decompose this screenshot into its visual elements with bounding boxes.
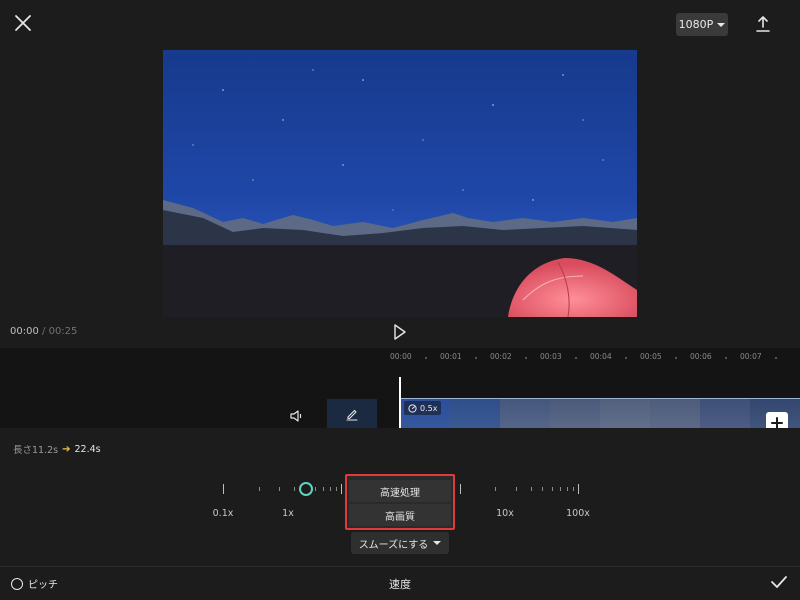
speed-label-10x: 10x bbox=[496, 508, 514, 519]
clip-thumbnail bbox=[650, 399, 700, 428]
ruler-label: 00:07 bbox=[740, 352, 762, 361]
arrow-right-icon: ➔ bbox=[62, 443, 71, 455]
menu-option-fast[interactable]: 高速処理 bbox=[349, 480, 451, 502]
speed-label-0.1x: 0.1x bbox=[212, 508, 234, 519]
slider-minor-tick bbox=[530, 487, 532, 491]
clip-thumbnail bbox=[700, 399, 750, 428]
slider-major-tick bbox=[341, 484, 343, 494]
resolution-label: 1080P bbox=[678, 18, 714, 31]
current-time: 00:00 bbox=[10, 326, 39, 337]
check-icon bbox=[771, 576, 787, 588]
ruler-label: 00:03 bbox=[540, 352, 562, 361]
ruler-dot bbox=[525, 357, 527, 359]
speed-panel: 長さ11.2s ➔ 22.4s 0.1x 1x 10x 100x 高速処理 高画… bbox=[0, 428, 800, 600]
slider-minor-tick bbox=[559, 487, 561, 491]
confirm-button[interactable] bbox=[770, 573, 788, 591]
slider-major-tick bbox=[459, 484, 461, 494]
speed-label-1x: 1x bbox=[282, 508, 294, 519]
timeline[interactable]: 00:00 00:01 00:02 00:03 00:04 00:05 00:0… bbox=[0, 348, 800, 434]
ruler-dot bbox=[725, 357, 727, 359]
mute-button[interactable] bbox=[289, 408, 305, 424]
close-icon bbox=[15, 15, 31, 31]
ruler-dot bbox=[575, 357, 577, 359]
slider-major-tick bbox=[578, 484, 579, 494]
upload-icon bbox=[756, 16, 770, 32]
ruler-label: 00:02 bbox=[490, 352, 512, 361]
panel-title: 速度 bbox=[389, 578, 411, 591]
speed-gauge-icon bbox=[408, 403, 417, 413]
speed-label-100x: 100x bbox=[566, 508, 590, 519]
slider-minor-tick bbox=[551, 487, 553, 491]
slider-minor-tick bbox=[279, 487, 281, 491]
duration-info: 長さ11.2s ➔ 22.4s bbox=[13, 442, 101, 457]
clip-thumbnail bbox=[500, 399, 550, 428]
slider-minor-tick bbox=[323, 487, 324, 491]
ruler-dot bbox=[675, 357, 677, 359]
slider-minor-tick bbox=[516, 487, 518, 491]
ruler-dot bbox=[425, 357, 427, 359]
slider-minor-tick bbox=[315, 487, 317, 491]
smooth-dropdown[interactable]: スムーズにする bbox=[351, 532, 449, 554]
playhead[interactable] bbox=[399, 377, 401, 428]
divider bbox=[0, 566, 800, 567]
total-time: 00:25 bbox=[48, 326, 78, 337]
time-separator: / bbox=[42, 326, 46, 337]
clip-thumbnail bbox=[450, 399, 500, 428]
clip-thumbnail bbox=[550, 399, 600, 428]
slider-minor-tick bbox=[329, 487, 331, 491]
ruler-dot bbox=[475, 357, 477, 359]
slider-minor-tick bbox=[258, 487, 260, 491]
smooth-label: スムーズにする bbox=[358, 539, 429, 551]
close-button[interactable] bbox=[12, 12, 34, 34]
time-ruler: 00:00 00:01 00:02 00:03 00:04 00:05 00:0… bbox=[390, 352, 800, 366]
ruler-label: 00:04 bbox=[590, 352, 612, 361]
speaker-icon bbox=[290, 410, 302, 422]
speed-slider-knob[interactable] bbox=[298, 482, 313, 496]
caret-down-icon bbox=[717, 22, 726, 27]
ruler-label: 00:01 bbox=[440, 352, 462, 361]
play-icon bbox=[394, 324, 406, 340]
new-length: 22.4s bbox=[74, 443, 101, 455]
export-button[interactable] bbox=[752, 13, 774, 35]
ruler-label: 00:06 bbox=[690, 352, 712, 361]
slider-minor-tick bbox=[572, 487, 574, 491]
resolution-dropdown[interactable]: 1080P bbox=[676, 13, 728, 36]
edit-button[interactable] bbox=[327, 399, 377, 428]
ruler-label: 00:00 bbox=[390, 352, 412, 361]
clip-thumbnail bbox=[600, 399, 650, 428]
clip-speed-label: 0.5x bbox=[420, 403, 438, 413]
time-readout: 00:00 / 00:25 bbox=[10, 326, 77, 337]
menu-option-quality[interactable]: 高画質 bbox=[349, 504, 451, 526]
pencil-icon bbox=[346, 409, 358, 421]
ruler-dot bbox=[775, 357, 777, 359]
interpolation-menu: 高速処理 高画質 bbox=[345, 474, 455, 530]
slider-minor-tick bbox=[495, 487, 497, 491]
slider-minor-tick bbox=[542, 487, 544, 491]
slider-major-tick bbox=[223, 484, 224, 494]
caret-down-icon bbox=[433, 541, 442, 545]
play-button[interactable] bbox=[392, 323, 408, 341]
ruler-label: 00:05 bbox=[640, 352, 662, 361]
slider-minor-tick bbox=[566, 487, 568, 491]
slider-minor-tick bbox=[294, 487, 296, 491]
video-clip[interactable] bbox=[400, 398, 800, 428]
slider-minor-tick bbox=[335, 487, 337, 491]
clip-speed-badge: 0.5x bbox=[404, 401, 442, 415]
original-length: 長さ11.2s bbox=[13, 445, 59, 456]
ruler-dot bbox=[625, 357, 627, 359]
video-preview[interactable] bbox=[163, 50, 637, 317]
